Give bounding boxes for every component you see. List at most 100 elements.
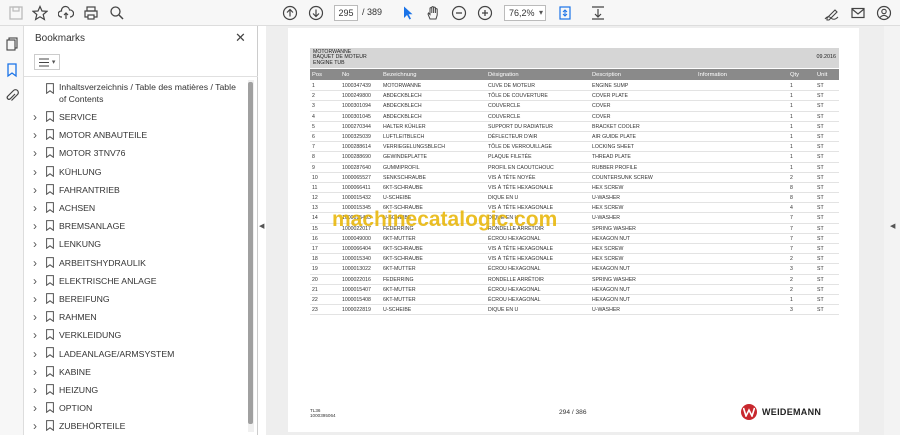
save-icon[interactable] <box>7 4 25 22</box>
bookmark-item[interactable]: › KÜHLUNG <box>24 163 246 181</box>
page-down-icon[interactable] <box>307 4 325 22</box>
table-row: 5 1000270344 HALTER KÜHLER SUPPORT DU RADIA… <box>310 122 839 132</box>
bookmark-item[interactable]: › HEIZUNG <box>24 381 246 399</box>
fit-page-icon[interactable] <box>556 4 574 22</box>
bookmark-item[interactable]: › FAHRANTRIEB <box>24 181 246 199</box>
panel-scrollbar-thumb[interactable] <box>248 82 253 424</box>
cell-designation: TÔLE DE COUVERTURE <box>488 93 548 100</box>
chevron-right-icon[interactable]: › <box>33 219 37 233</box>
cell-bezeichnung: 6KT-MUTTER <box>383 296 416 303</box>
cell-no: 1000325039 <box>342 133 371 140</box>
bookmark-label: FAHRANTRIEB <box>59 184 120 195</box>
panel-title: Bookmarks <box>35 33 86 44</box>
chevron-right-icon[interactable]: › <box>33 419 37 433</box>
account-icon[interactable] <box>875 4 893 22</box>
bookmark-item[interactable]: › RAHMEN <box>24 308 246 326</box>
chevron-right-icon[interactable]: › <box>33 183 37 197</box>
zoom-search-icon[interactable] <box>108 4 126 22</box>
col-pos: Pos <box>312 71 322 78</box>
chevron-right-icon[interactable]: › <box>33 256 37 270</box>
chevron-right-icon[interactable]: › <box>33 165 37 179</box>
chevron-right-icon[interactable]: › <box>33 383 37 397</box>
col-information: Information <box>698 71 727 78</box>
cell-unit: ST <box>817 184 824 191</box>
cell-unit: ST <box>817 266 824 273</box>
chevron-right-icon[interactable]: › <box>33 328 37 342</box>
zoom-out-icon[interactable] <box>450 4 468 22</box>
bookmark-item[interactable]: › LENKUNG <box>24 235 246 253</box>
chevron-right-icon[interactable]: › <box>33 310 37 324</box>
cell-designation: RONDELLE ARRÊTOIR <box>488 276 544 283</box>
close-icon[interactable]: ✕ <box>235 30 246 46</box>
bookmark-item[interactable]: › ELEKTRISCHE ANLAGE <box>24 272 246 290</box>
viewer-scrollbar[interactable] <box>884 26 900 435</box>
bookmark-item[interactable]: › MOTOR ANBAUTEILE <box>24 126 246 144</box>
cell-qty: 1 <box>790 93 793 100</box>
scroll-mode-icon[interactable] <box>589 4 607 22</box>
expand-right-panel-icon[interactable]: ◀ <box>890 222 895 230</box>
bookmark-item[interactable]: › OPTION <box>24 399 246 417</box>
bookmark-icon <box>46 311 54 323</box>
zoom-in-icon[interactable] <box>476 4 494 22</box>
bookmark-item[interactable]: Inhaltsverzeichnis / Table des matières … <box>24 80 246 108</box>
bookmark-icon <box>46 183 54 195</box>
chevron-right-icon[interactable]: › <box>33 365 37 379</box>
hand-icon[interactable] <box>424 4 442 22</box>
cell-no: 1000015407 <box>342 286 371 293</box>
bookmark-item[interactable]: › VERKLEIDUNG <box>24 326 246 344</box>
cell-qty: 1 <box>790 83 793 89</box>
cell-qty: 3 <box>790 307 793 314</box>
chevron-right-icon[interactable]: › <box>33 146 37 160</box>
bookmark-options-button[interactable]: ▾ <box>34 54 60 70</box>
chevron-down-icon: ▾ <box>538 8 543 17</box>
chevron-right-icon[interactable]: › <box>33 110 37 124</box>
bookmarks-icon[interactable] <box>4 62 20 78</box>
col-no: No <box>342 71 350 78</box>
table-row: 11 1000066411 6KT-SCHRAUBE VIS À TÊTE HEXAG… <box>310 183 839 194</box>
chevron-right-icon[interactable]: › <box>33 401 37 415</box>
bookmark-item[interactable]: › KABINE <box>24 363 246 381</box>
page-up-icon[interactable] <box>281 4 299 22</box>
cell-pos: 14 <box>312 215 318 222</box>
cell-qty: 4 <box>790 205 793 212</box>
attachment-icon[interactable] <box>4 88 20 104</box>
cell-designation: ÉCROU HEXAGONAL <box>488 286 541 293</box>
bookmark-item[interactable]: › BEREIFUNG <box>24 290 246 308</box>
bookmark-item[interactable]: › ARBEITSHYDRAULIK <box>24 254 246 272</box>
bookmark-item[interactable]: › BREMSANLAGE <box>24 217 246 235</box>
zoom-select[interactable]: 76,2% ▾ <box>504 5 546 21</box>
bookmark-icon <box>46 347 54 359</box>
cell-pos: 13 <box>312 205 318 212</box>
upload-icon[interactable] <box>57 4 75 22</box>
bookmark-item[interactable]: › SERVICE <box>24 108 246 126</box>
page-number-input[interactable]: 295 <box>334 5 358 21</box>
cell-designation: VIS À TÊTE NOYÉE <box>488 174 536 181</box>
cell-qty: 7 <box>790 235 793 242</box>
cell-designation: SUPPORT DU RADIATEUR <box>488 123 553 130</box>
bookmark-item[interactable]: › MOTOR 3TNV76 <box>24 144 246 162</box>
cell-no: 1000065527 <box>342 174 371 181</box>
cell-description: U-WASHER <box>592 215 621 222</box>
bookmark-label: LENKUNG <box>59 239 101 250</box>
cell-unit: ST <box>817 195 824 202</box>
cell-bezeichnung: 6KT-MUTTER <box>383 235 416 242</box>
bookmark-item[interactable]: › ZUBEHÖRTEILE <box>24 417 246 435</box>
mail-icon[interactable] <box>849 4 867 22</box>
bookmark-item[interactable]: › ACHSEN <box>24 199 246 217</box>
print-icon[interactable] <box>82 4 100 22</box>
bookmark-star-icon[interactable] <box>31 4 49 22</box>
chevron-right-icon[interactable]: › <box>33 128 37 142</box>
cell-designation: VIS À TÊTE HEXAGONALE <box>488 246 554 252</box>
chevron-right-icon[interactable]: › <box>33 201 37 215</box>
cell-pos: 4 <box>312 113 315 120</box>
chevron-right-icon[interactable]: › <box>33 347 37 361</box>
bookmark-item[interactable]: › LADEANLAGE/ARMSYSTEM <box>24 344 246 362</box>
chevron-right-icon[interactable]: › <box>33 292 37 306</box>
chevron-right-icon[interactable]: › <box>33 237 37 251</box>
pages-icon[interactable] <box>4 36 20 52</box>
collapse-panel-icon[interactable]: ◀ <box>259 222 264 230</box>
chevron-right-icon[interactable]: › <box>33 274 37 288</box>
select-cursor-icon[interactable] <box>399 4 417 22</box>
sign-icon[interactable] <box>823 4 841 22</box>
cell-unit: ST <box>817 205 824 212</box>
